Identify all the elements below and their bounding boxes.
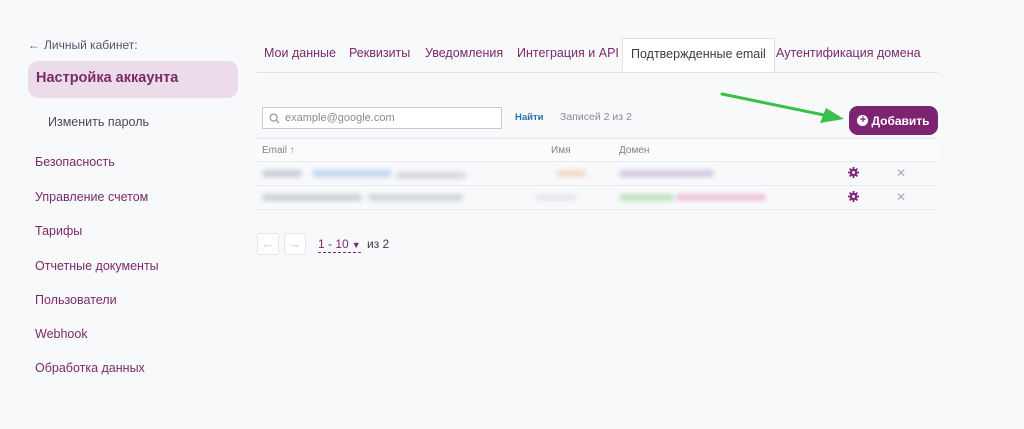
blurred-name xyxy=(556,170,586,177)
emails-table: Email ↑ Имя Домен ✕ ✕ xyxy=(256,138,938,210)
column-header-name[interactable]: Имя xyxy=(551,145,570,156)
add-button[interactable]: + Добавить xyxy=(849,106,938,135)
add-button-label: Добавить xyxy=(871,113,930,128)
green-arrow-annotation xyxy=(720,92,844,123)
sidebar-item-data-processing[interactable]: Обработка данных xyxy=(35,361,145,375)
gear-icon[interactable] xyxy=(848,191,859,202)
arrow-left-icon: ← xyxy=(261,236,275,251)
table-header: Email ↑ Имя Домен xyxy=(256,138,938,162)
back-link-label: Личный кабинет: xyxy=(44,38,138,52)
sidebar-item-reports[interactable]: Отчетные документы xyxy=(35,259,159,273)
tab-bar: Мои данные Реквизиты Уведомления Интегра… xyxy=(257,38,938,73)
page-range-label: 1 - 10 xyxy=(318,237,349,251)
sidebar-item-account-settings[interactable]: Настройка аккаунта xyxy=(28,61,238,98)
sidebar-item-security[interactable]: Безопасность xyxy=(35,155,115,169)
blurred-domain xyxy=(619,194,674,201)
prev-page-button[interactable]: ← xyxy=(257,233,279,255)
records-count: Записей 2 из 2 xyxy=(560,111,632,123)
table-row[interactable]: ✕ xyxy=(256,162,938,186)
tab-domain-authentication[interactable]: Аутентификация домена xyxy=(776,46,921,60)
tab-requisites[interactable]: Реквизиты xyxy=(349,46,410,60)
blurred-email xyxy=(262,170,302,177)
tab-my-data[interactable]: Мои данные xyxy=(264,46,336,60)
blurred-email xyxy=(262,194,362,201)
blurred-name xyxy=(536,194,576,201)
tab-integration-api[interactable]: Интеграция и API xyxy=(517,46,619,60)
page-size-select[interactable]: 1 - 10 ▼ xyxy=(318,237,361,253)
table-row[interactable]: ✕ xyxy=(256,186,938,210)
arrow-right-icon: → xyxy=(288,236,302,251)
sidebar-item-billing[interactable]: Управление счетом xyxy=(35,190,148,204)
next-page-button[interactable]: → xyxy=(284,233,306,255)
column-header-email[interactable]: Email ↑ xyxy=(262,145,295,156)
find-button[interactable]: Найти xyxy=(515,112,543,123)
blurred-domain xyxy=(676,194,766,201)
back-link[interactable]: ← Личный кабинет: xyxy=(28,38,138,52)
tab-notifications[interactable]: Уведомления xyxy=(425,46,503,60)
search-box xyxy=(262,107,502,129)
sidebar-item-users[interactable]: Пользователи xyxy=(35,293,117,307)
sidebar-subitem-change-password[interactable]: Изменить пароль xyxy=(48,115,149,129)
gear-icon[interactable] xyxy=(848,167,859,178)
page-total: из 2 xyxy=(367,237,390,251)
sidebar-active-label: Настройка аккаунта xyxy=(36,70,179,86)
sidebar-item-tariffs[interactable]: Тарифы xyxy=(35,224,82,238)
blurred-email xyxy=(368,194,463,201)
delete-icon[interactable]: ✕ xyxy=(896,190,906,204)
delete-icon[interactable]: ✕ xyxy=(896,166,906,180)
search-input[interactable] xyxy=(285,112,485,124)
search-icon xyxy=(269,112,280,124)
blurred-email xyxy=(312,170,392,177)
sidebar-item-webhook[interactable]: Webhook xyxy=(35,327,88,341)
blurred-domain xyxy=(619,170,714,177)
plus-circle-icon: + xyxy=(857,115,869,126)
arrow-left-icon: ← xyxy=(28,38,40,52)
tab-confirmed-email[interactable]: Подтвержденные email xyxy=(622,38,775,72)
blurred-email xyxy=(396,172,466,179)
column-header-domain[interactable]: Домен xyxy=(619,145,649,156)
caret-down-icon: ▼ xyxy=(351,240,361,250)
